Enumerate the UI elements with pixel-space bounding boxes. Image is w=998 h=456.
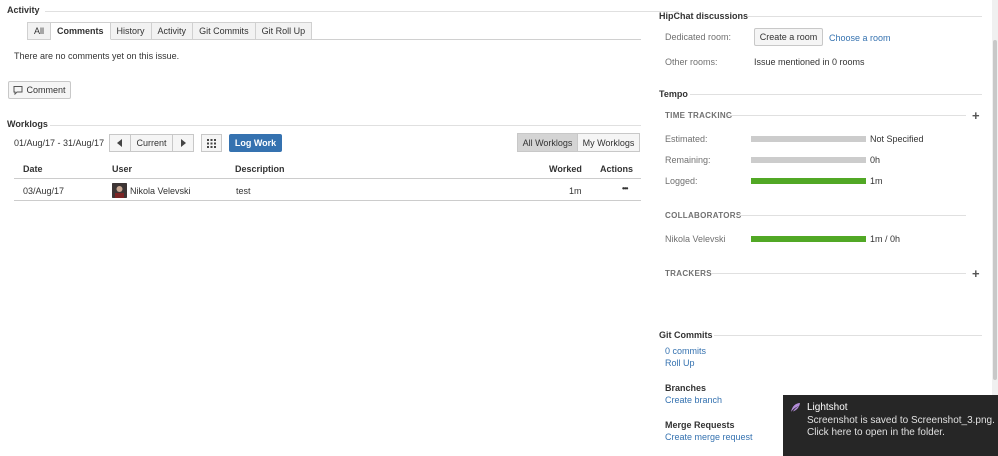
col-actions: Actions — [600, 164, 634, 174]
trackers-rule — [711, 273, 966, 274]
commits-link[interactable]: 0 commits — [665, 346, 706, 356]
calendar-grid-button[interactable] — [201, 134, 222, 152]
create-branch-link[interactable]: Create branch — [665, 395, 722, 405]
estimated-bar — [751, 136, 866, 142]
other-rooms-value: Issue mentioned in 0 rooms — [754, 57, 865, 67]
toast-line-open-folder[interactable]: Click here to open in the folder. — [807, 427, 995, 439]
scrollbar-track[interactable] — [992, 0, 998, 395]
worklogs-rule — [50, 125, 641, 126]
row-description: test — [236, 186, 251, 196]
prev-period-button[interactable] — [109, 134, 131, 152]
collaborator-bar — [751, 236, 866, 242]
add-time-plus-icon[interactable]: + — [972, 108, 980, 123]
no-comments-message: There are no comments yet on this issue. — [14, 51, 180, 61]
col-date[interactable]: Date — [23, 164, 43, 174]
tab-history[interactable]: History — [110, 22, 152, 40]
remaining-bar — [751, 157, 866, 163]
logged-value: 1m — [870, 176, 883, 186]
avatar-image — [112, 183, 127, 198]
trackers-label: TRACKERS — [665, 269, 712, 278]
tab-all[interactable]: All — [27, 22, 52, 40]
tab-activity[interactable]: Activity — [151, 22, 194, 40]
rollup-link[interactable]: Roll Up — [665, 358, 695, 368]
lightshot-toast[interactable]: Lightshot Screenshot is saved to Screens… — [783, 395, 998, 456]
estimated-label: Estimated: — [665, 134, 708, 144]
hipchat-title: HipChat discussions — [659, 11, 749, 21]
remaining-label: Remaining: — [665, 155, 711, 165]
time-tracking-rule — [728, 115, 966, 116]
tabs-rule — [300, 39, 641, 40]
toast-line-saved: Screenshot is saved to Screenshot_3.png. — [807, 415, 995, 426]
row-user[interactable]: Nikola Velevski — [130, 186, 191, 196]
col-user[interactable]: User — [112, 164, 132, 174]
time-tracking-label: TIME TRACKING — [665, 111, 733, 120]
estimated-value: Not Specified — [870, 134, 924, 144]
add-tracker-plus-icon[interactable]: + — [972, 266, 980, 281]
log-work-button[interactable]: Log Work — [229, 134, 282, 152]
comment-button[interactable]: Comment — [8, 81, 71, 99]
tab-git-rollup[interactable]: Git Roll Up — [255, 22, 313, 40]
dedicated-room-label: Dedicated room: — [665, 32, 732, 42]
toast-title: Lightshot — [807, 402, 848, 413]
tab-git-commits[interactable]: Git Commits — [193, 22, 256, 40]
other-rooms-label: Other rooms: — [665, 57, 718, 67]
choose-room-link[interactable]: Choose a room — [829, 33, 891, 43]
triangle-left-icon — [117, 139, 122, 147]
remaining-value: 0h — [870, 155, 881, 165]
avatar[interactable] — [112, 183, 127, 198]
logged-bar — [751, 178, 866, 184]
tab-comments[interactable]: Comments — [51, 22, 111, 40]
activity-tabs: All Comments History Activity Git Commit… — [27, 22, 313, 40]
comment-icon — [13, 86, 23, 95]
merge-requests-title: Merge Requests — [665, 420, 735, 430]
col-description[interactable]: Description — [235, 164, 285, 174]
activity-rule — [45, 11, 679, 12]
row-actions-menu[interactable]: ••• — [622, 184, 628, 193]
logged-label: Logged: — [665, 176, 698, 186]
branches-title: Branches — [665, 383, 707, 393]
collaborators-label: COLLABORATORS — [665, 211, 742, 220]
row-date: 03/Aug/17 — [23, 186, 65, 196]
collaborator-value: 1m / 0h — [870, 234, 901, 244]
table-row-rule — [14, 200, 641, 201]
my-worklogs-toggle[interactable]: My Worklogs — [577, 133, 640, 152]
row-worked: 1m — [569, 186, 582, 196]
collaborators-rule — [738, 215, 966, 216]
table-header-rule — [14, 178, 641, 179]
git-commits-title: Git Commits — [659, 330, 713, 340]
create-room-button[interactable]: Create a room — [754, 28, 823, 46]
toast-body: Screenshot is saved to Screenshot_3.png.… — [807, 415, 995, 439]
next-period-button[interactable] — [172, 134, 194, 152]
git-commits-rule — [714, 335, 982, 336]
col-worked[interactable]: Worked — [549, 164, 582, 174]
comment-button-label: Comment — [26, 85, 66, 95]
date-range: 01/Aug/17 - 31/Aug/17 — [14, 138, 105, 148]
grid-icon — [207, 138, 216, 148]
worklogs-title: Worklogs — [7, 119, 48, 129]
triangle-right-icon — [181, 139, 186, 147]
feather-icon — [791, 403, 800, 412]
all-worklogs-toggle[interactable]: All Worklogs — [517, 133, 578, 152]
collaborator-name: Nikola Velevski — [665, 234, 726, 244]
scrollbar-thumb[interactable] — [993, 40, 997, 380]
create-merge-request-link[interactable]: Create merge request — [665, 432, 753, 442]
tempo-rule — [690, 94, 982, 95]
activity-title: Activity — [7, 5, 40, 15]
tempo-title: Tempo — [659, 89, 688, 99]
hipchat-rule — [748, 16, 982, 17]
current-period-button[interactable]: Current — [130, 134, 173, 152]
